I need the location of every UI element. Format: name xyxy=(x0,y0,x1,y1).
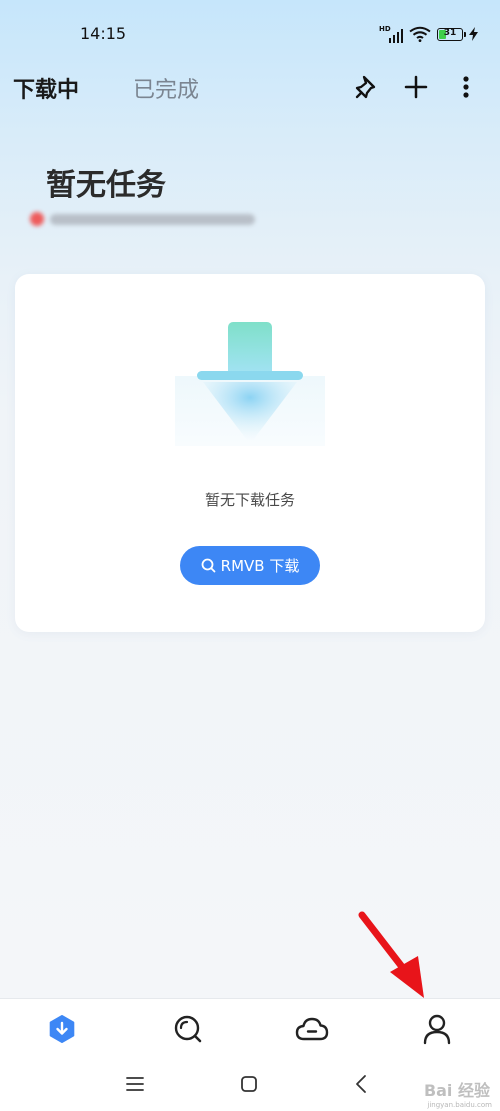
status-bar: 14:15 HD 31 xyxy=(0,0,500,64)
top-header: 下载中 已完成 xyxy=(0,64,500,112)
system-nav-bar: Bai 经验 jingyan.baidu.com xyxy=(0,1058,500,1111)
status-time: 14:15 xyxy=(80,24,127,43)
home-button[interactable] xyxy=(235,1070,263,1098)
home-icon xyxy=(241,1076,257,1092)
plus-icon[interactable] xyxy=(401,72,431,102)
cloud-icon xyxy=(295,1017,329,1041)
watermark-subtext: jingyan.baidu.com xyxy=(427,1101,492,1109)
empty-download-illustration xyxy=(175,322,325,446)
battery-icon: 31 xyxy=(437,27,466,41)
empty-message: 暂无下载任务 xyxy=(204,491,295,509)
charging-bolt-icon xyxy=(469,27,478,41)
menu-icon xyxy=(126,1077,144,1091)
nav-download[interactable] xyxy=(44,1011,80,1047)
tab-completed[interactable]: 已完成 xyxy=(133,72,199,104)
bottom-nav xyxy=(0,998,500,1058)
empty-title: 暂无任务 xyxy=(46,168,166,203)
back-icon xyxy=(356,1075,366,1093)
watermark: Bai 经验 xyxy=(423,1081,490,1100)
battery-level: 31 xyxy=(443,27,457,38)
back-button[interactable] xyxy=(347,1070,375,1098)
search-icon xyxy=(201,558,216,573)
discover-icon xyxy=(174,1015,202,1043)
menu-button[interactable] xyxy=(121,1070,149,1098)
blurred-hint xyxy=(30,212,255,226)
tab-downloading[interactable]: 下载中 xyxy=(13,72,79,104)
status-icons: HD 31 xyxy=(379,24,478,44)
download-icon xyxy=(49,1015,75,1043)
nav-profile[interactable] xyxy=(419,1011,455,1047)
cell-signal-icon: HD xyxy=(379,25,403,43)
search-rmvb-button[interactable]: RMVB 下载 xyxy=(180,546,320,585)
nav-discover[interactable] xyxy=(170,1011,206,1047)
wifi-icon xyxy=(409,26,431,42)
annotation-arrow xyxy=(358,911,424,998)
search-button-label: RMVB 下载 xyxy=(220,557,300,575)
profile-icon xyxy=(423,1014,451,1045)
pin-icon[interactable] xyxy=(352,72,382,102)
empty-state-card: 暂无下载任务 RMVB 下载 xyxy=(15,274,485,632)
nav-cloud[interactable] xyxy=(294,1011,330,1047)
more-icon[interactable] xyxy=(451,72,481,102)
